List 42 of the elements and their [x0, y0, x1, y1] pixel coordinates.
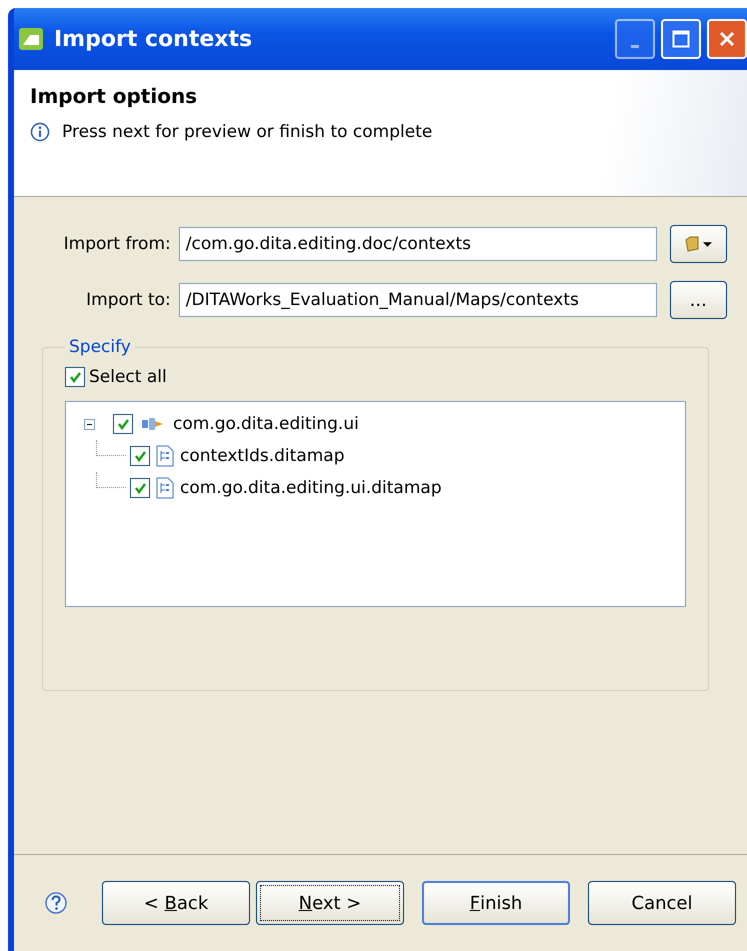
close-button[interactable]: [707, 19, 747, 59]
minimize-button[interactable]: [615, 19, 655, 59]
tree-item[interactable]: com.go.dita.editing.ui: [173, 414, 359, 434]
check-icon: [68, 370, 82, 384]
check-icon: [134, 450, 146, 462]
path-field[interactable]: /DITAWorks_Evaluation_Manual/Maps/contexts: [178, 283, 657, 317]
close-icon: [718, 30, 736, 48]
window-title: Import contexts: [54, 26, 254, 52]
checkbox[interactable]: [65, 367, 85, 387]
info-icon: [30, 122, 50, 142]
maximize-icon: [672, 30, 690, 48]
folder-icon: [684, 236, 699, 252]
checkbox[interactable]: [113, 414, 133, 434]
path-field[interactable]: /com.go.dita.editing.doc/contexts: [178, 227, 657, 261]
tree-item[interactable]: contextIds.ditamap: [180, 446, 345, 466]
field-label: Import from:: [62, 234, 172, 254]
info-message: Press next for preview or finish to complete: [62, 122, 432, 142]
map-file-icon: [156, 477, 174, 499]
tree-connector: [96, 472, 126, 488]
check-icon: [134, 482, 146, 494]
dialog-button[interactable]: Next >: [256, 881, 404, 925]
checkbox-label: Select all: [89, 367, 167, 387]
browse-button[interactable]: ...: [670, 281, 728, 319]
folder-menu-button[interactable]: [670, 225, 728, 263]
field-label: Import to:: [85, 290, 172, 310]
dialog-button[interactable]: < Back: [102, 881, 250, 925]
checkbox[interactable]: [130, 478, 150, 498]
caret-icon: [702, 242, 712, 246]
group-title: Specify: [68, 337, 132, 357]
dialog-button[interactable]: Cancel: [588, 881, 736, 925]
page-title: Import options: [30, 84, 198, 108]
map-file-icon: [156, 445, 174, 467]
minimize-icon: [631, 44, 639, 48]
maximize-button[interactable]: [661, 19, 701, 59]
checkbox[interactable]: [130, 446, 150, 466]
collapse-toggle[interactable]: [84, 418, 95, 430]
app-icon: [18, 27, 44, 51]
help-icon[interactable]: [44, 891, 68, 915]
tree-item[interactable]: com.go.dita.editing.ui.ditamap: [180, 478, 442, 498]
check-icon: [116, 418, 130, 430]
dialog-button[interactable]: Finish: [422, 881, 570, 925]
tree-connector: [96, 440, 126, 456]
